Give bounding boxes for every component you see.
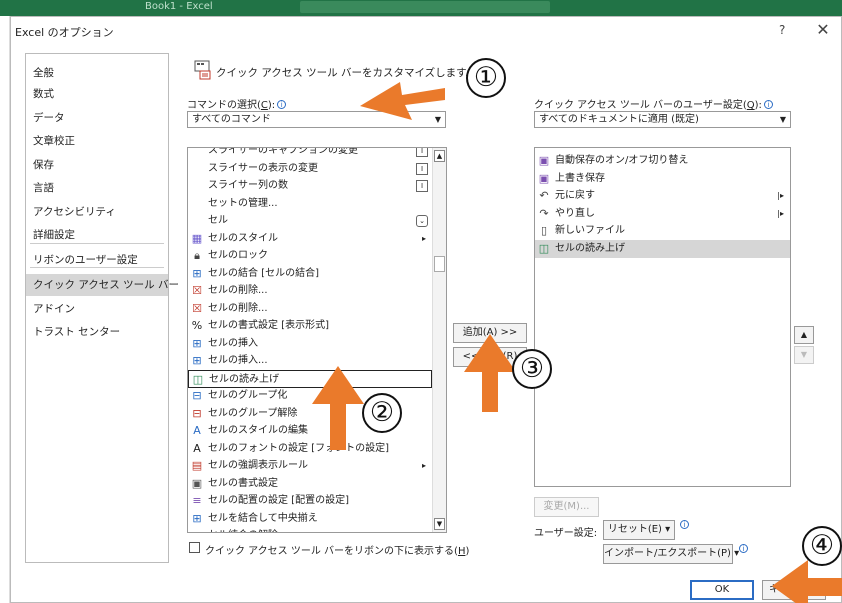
annotation-arrow-4 (772, 560, 842, 603)
annotation-badge-1: ① (466, 58, 506, 98)
annotation-arrow-1 (360, 82, 445, 120)
annotation-arrow-2 (312, 366, 364, 450)
annotation-badge-2: ② (362, 393, 402, 433)
annotation-arrow-3 (464, 334, 516, 412)
annotation-badge-4: ④ (802, 526, 842, 566)
annotation-badge-3: ③ (512, 349, 552, 389)
annotation-overlay (312, 82, 842, 603)
